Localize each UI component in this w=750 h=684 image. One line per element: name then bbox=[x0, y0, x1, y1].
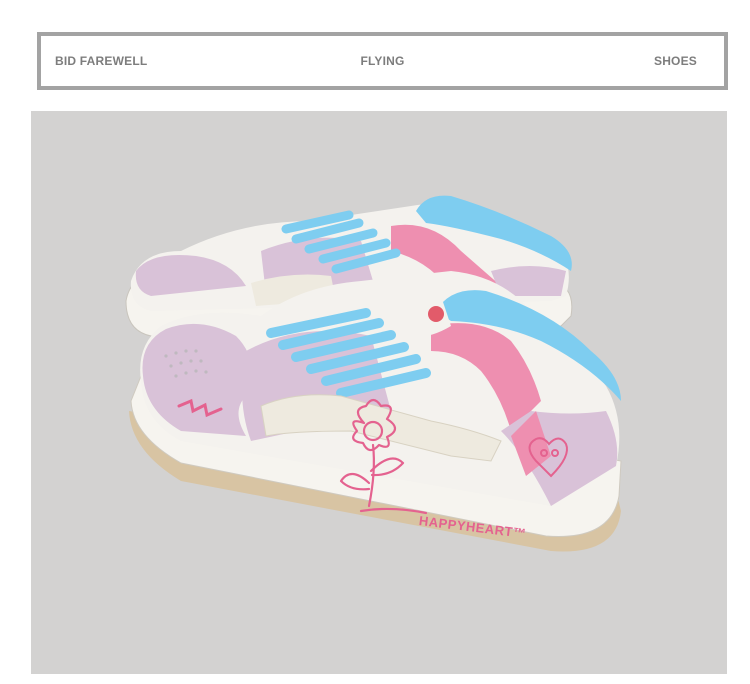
banner-center-text: FLYING bbox=[360, 54, 405, 68]
banner-left-text: BID FAREWELL bbox=[55, 54, 148, 68]
banner-right-text: SHOES bbox=[653, 54, 697, 68]
top-banner: BID FAREWELL FLYING SHOES bbox=[37, 32, 728, 90]
product-photo: HAPPYHEART™ bbox=[31, 111, 727, 674]
sneakers-illustration bbox=[125, 195, 622, 552]
